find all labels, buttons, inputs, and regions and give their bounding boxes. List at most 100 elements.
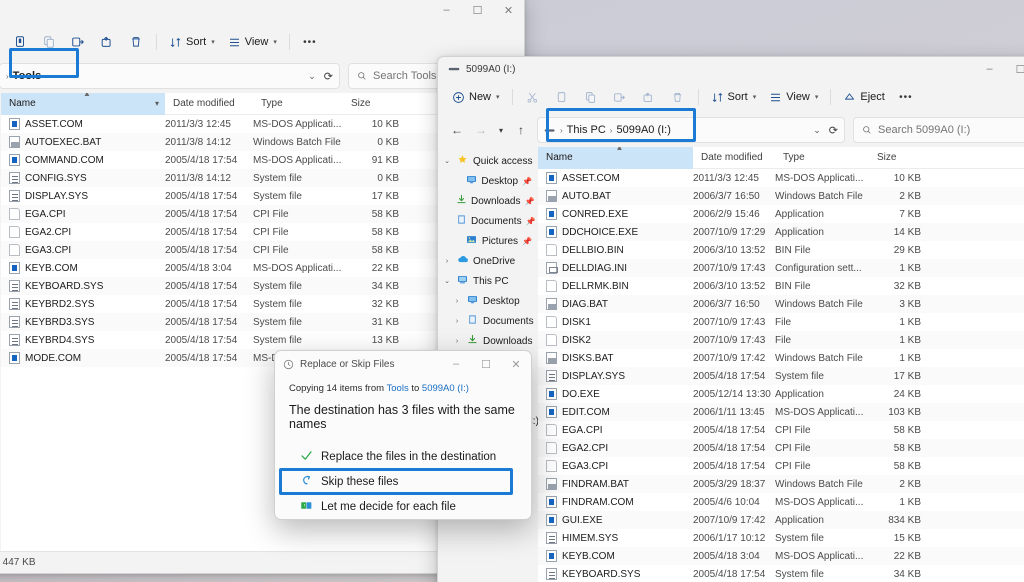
table-row[interactable]: EGA3.CPI2005/4/18 17:54CPI File58 KB bbox=[538, 457, 1024, 475]
twisty-icon[interactable]: ⌄ bbox=[442, 277, 452, 285]
twisty-icon[interactable]: › bbox=[442, 258, 452, 265]
breadcrumb-drive[interactable]: 5099A0 (I:) bbox=[616, 124, 670, 136]
table-row[interactable]: DDCHOICE.EXE2007/10/9 17:29Application14… bbox=[538, 223, 1024, 241]
table-row[interactable]: EDIT.COM2006/1/11 13:45MS-DOS Applicati.… bbox=[538, 403, 1024, 421]
sidebar-item-desktop[interactable]: ›Desktop bbox=[438, 291, 538, 311]
twisty-icon[interactable]: › bbox=[452, 318, 462, 325]
view-button[interactable]: View ▾ bbox=[763, 84, 824, 110]
column-header-row-drive[interactable]: ▲ Name Date modified Type Size bbox=[538, 147, 1024, 169]
table-row[interactable]: DELLRMK.BIN2006/3/10 13:52BIN File32 KB bbox=[538, 277, 1024, 295]
close-button[interactable]: ✕ bbox=[493, 0, 524, 25]
sidebar-item-documents[interactable]: Documents📌 bbox=[438, 211, 538, 231]
titlebar-drive[interactable]: 5099A0 (I:) – ☐ bbox=[438, 57, 1024, 81]
dialog-maximize-button[interactable]: ☐ bbox=[471, 351, 501, 377]
option-replace-files[interactable]: Replace the files in the destination bbox=[289, 444, 517, 469]
delete-button[interactable] bbox=[122, 29, 150, 55]
column-header-name[interactable]: ▲ Name bbox=[538, 147, 693, 169]
window-controls-tools[interactable]: – ☐ ✕ bbox=[431, 0, 524, 25]
eject-button[interactable]: Eject bbox=[837, 84, 890, 110]
sidebar-item-downloads[interactable]: ›Downloads bbox=[438, 331, 538, 351]
sidebar-item-desktop[interactable]: Desktop📌 bbox=[438, 171, 538, 191]
more-options-button[interactable]: ••• bbox=[892, 84, 920, 110]
dialog-titlebar[interactable]: Replace or Skip Files – ☐ ✕ bbox=[275, 351, 531, 377]
sidebar-item-downloads[interactable]: Downloads📌 bbox=[438, 191, 538, 211]
refresh-icon[interactable]: ⟳ bbox=[324, 70, 333, 83]
share-button[interactable] bbox=[93, 29, 121, 55]
table-row[interactable]: CONRED.EXE2006/2/9 15:46Application7 KB bbox=[538, 205, 1024, 223]
table-row[interactable]: KEYB.COM2005/4/18 3:04MS-DOS Applicati..… bbox=[538, 547, 1024, 565]
dialog-window-controls[interactable]: – ☐ ✕ bbox=[441, 351, 531, 377]
table-row[interactable]: EGA.CPI2005/4/18 17:54CPI File58 KB bbox=[538, 421, 1024, 439]
maximize-button[interactable]: ☐ bbox=[1005, 57, 1024, 81]
search-box-drive[interactable]: Search 5099A0 (I:) bbox=[853, 117, 1024, 143]
refresh-icon[interactable]: ⟳ bbox=[829, 124, 838, 137]
forward-button[interactable]: → bbox=[470, 119, 492, 141]
replace-or-skip-dialog[interactable]: Replace or Skip Files – ☐ ✕ Copying 14 i… bbox=[274, 350, 532, 520]
table-row[interactable]: DISKS.BAT2007/10/9 17:42Windows Batch Fi… bbox=[538, 349, 1024, 367]
new-button[interactable]: New ▾ bbox=[446, 84, 506, 110]
table-row[interactable]: AUTO.BAT2006/3/7 16:50Windows Batch File… bbox=[538, 187, 1024, 205]
titlebar-tools[interactable]: – ☐ ✕ bbox=[0, 0, 524, 25]
pin-icon[interactable]: 📌 bbox=[526, 217, 536, 226]
sidebar-item-this-pc[interactable]: ⌄This PC bbox=[438, 271, 538, 291]
column-header-name[interactable]: ▲ Name ▾ bbox=[1, 93, 165, 115]
rename-button[interactable] bbox=[64, 29, 92, 55]
address-bar-drive[interactable]: › This PC › 5099A0 (I:) ⌄ ⟳ bbox=[537, 117, 845, 143]
pin-icon[interactable]: 📌 bbox=[522, 177, 532, 186]
twisty-icon[interactable]: › bbox=[452, 338, 462, 345]
dialog-close-button[interactable]: ✕ bbox=[501, 351, 531, 377]
copy-button[interactable] bbox=[548, 84, 576, 110]
twisty-icon[interactable]: › bbox=[452, 298, 462, 305]
cut-button[interactable] bbox=[6, 29, 34, 55]
address-dropdown-icon[interactable]: ⌄ bbox=[308, 71, 316, 82]
command-bar-tools[interactable]: Sort ▾ View ▾ ••• bbox=[0, 25, 524, 59]
recent-locations-button[interactable]: ▾ bbox=[494, 119, 508, 141]
sidebar-item-pictures[interactable]: Pictures📌 bbox=[438, 231, 538, 251]
breadcrumb-tools[interactable]: Tools bbox=[13, 70, 42, 82]
table-row[interactable]: DELLDIAG.INI2007/10/9 17:43Configuration… bbox=[538, 259, 1024, 277]
sort-button[interactable]: Sort ▾ bbox=[163, 29, 221, 55]
sidebar-item-documents[interactable]: ›Documents bbox=[438, 311, 538, 331]
column-header-date[interactable]: Date modified bbox=[165, 98, 253, 109]
table-row[interactable]: ASSET.COM2011/3/3 12:45MS-DOS Applicati.… bbox=[538, 169, 1024, 187]
table-row[interactable]: DO.EXE2005/12/14 13:30Application24 KB bbox=[538, 385, 1024, 403]
maximize-button[interactable]: ☐ bbox=[462, 0, 493, 25]
file-rows-drive[interactable]: ASSET.COM2011/3/3 12:45MS-DOS Applicati.… bbox=[538, 169, 1024, 582]
sidebar-item-quick-access[interactable]: ⌄Quick access bbox=[438, 151, 538, 171]
rename-button[interactable] bbox=[606, 84, 634, 110]
table-row[interactable]: DISK22007/10/9 17:43File1 KB bbox=[538, 331, 1024, 349]
window-controls-drive[interactable]: – ☐ bbox=[974, 57, 1024, 81]
table-row[interactable]: HIMEM.SYS2006/1/17 10:12System file15 KB bbox=[538, 529, 1024, 547]
option-decide-each[interactable]: Let me decide for each file bbox=[289, 494, 517, 519]
address-row-drive[interactable]: ← → ▾ ↑ › This PC › 5099A0 (I:) ⌄ ⟳ Sear… bbox=[438, 113, 1024, 147]
column-header-type[interactable]: Type bbox=[253, 98, 343, 109]
pin-icon[interactable]: 📌 bbox=[524, 197, 534, 206]
copy-button[interactable] bbox=[35, 29, 63, 55]
dialog-destination-link[interactable]: 5099A0 (I:) bbox=[422, 383, 469, 394]
address-bar-tools[interactable]: › Tools ⌄ ⟳ bbox=[0, 63, 340, 89]
cut-button[interactable] bbox=[519, 84, 547, 110]
paste-button[interactable] bbox=[577, 84, 605, 110]
minimize-button[interactable]: – bbox=[431, 0, 462, 25]
command-bar-drive[interactable]: New ▾ Sor bbox=[438, 81, 1024, 113]
share-button[interactable] bbox=[635, 84, 663, 110]
column-header-date[interactable]: Date modified bbox=[693, 152, 775, 163]
breadcrumb-this-pc[interactable]: This PC bbox=[567, 124, 606, 136]
pin-icon[interactable]: 📌 bbox=[522, 237, 532, 246]
minimize-button[interactable]: – bbox=[974, 57, 1005, 81]
twisty-icon[interactable]: ⌄ bbox=[442, 157, 452, 165]
table-row[interactable]: KEYBOARD.SYS2005/4/18 17:54System file34… bbox=[538, 565, 1024, 582]
back-button[interactable]: ← bbox=[446, 119, 468, 141]
column-header-type[interactable]: Type bbox=[775, 152, 869, 163]
sort-button[interactable]: Sort ▾ bbox=[705, 84, 763, 110]
address-dropdown-icon[interactable]: ⌄ bbox=[813, 125, 821, 136]
table-row[interactable]: DELLBIO.BIN2006/3/10 13:52BIN File29 KB bbox=[538, 241, 1024, 259]
file-list-drive[interactable]: ▲ Name Date modified Type Size ASSET.COM… bbox=[538, 147, 1024, 582]
table-row[interactable]: DISK12007/10/9 17:43File1 KB bbox=[538, 313, 1024, 331]
column-header-size[interactable]: Size bbox=[343, 98, 405, 109]
delete-button[interactable] bbox=[664, 84, 692, 110]
table-row[interactable]: DISPLAY.SYS2005/4/18 17:54System file17 … bbox=[538, 367, 1024, 385]
table-row[interactable]: GUI.EXE2007/10/9 17:42Application834 KB bbox=[538, 511, 1024, 529]
more-options-button[interactable]: ••• bbox=[296, 29, 324, 55]
table-row[interactable]: FINDRAM.BAT2005/3/29 18:37Windows Batch … bbox=[538, 475, 1024, 493]
